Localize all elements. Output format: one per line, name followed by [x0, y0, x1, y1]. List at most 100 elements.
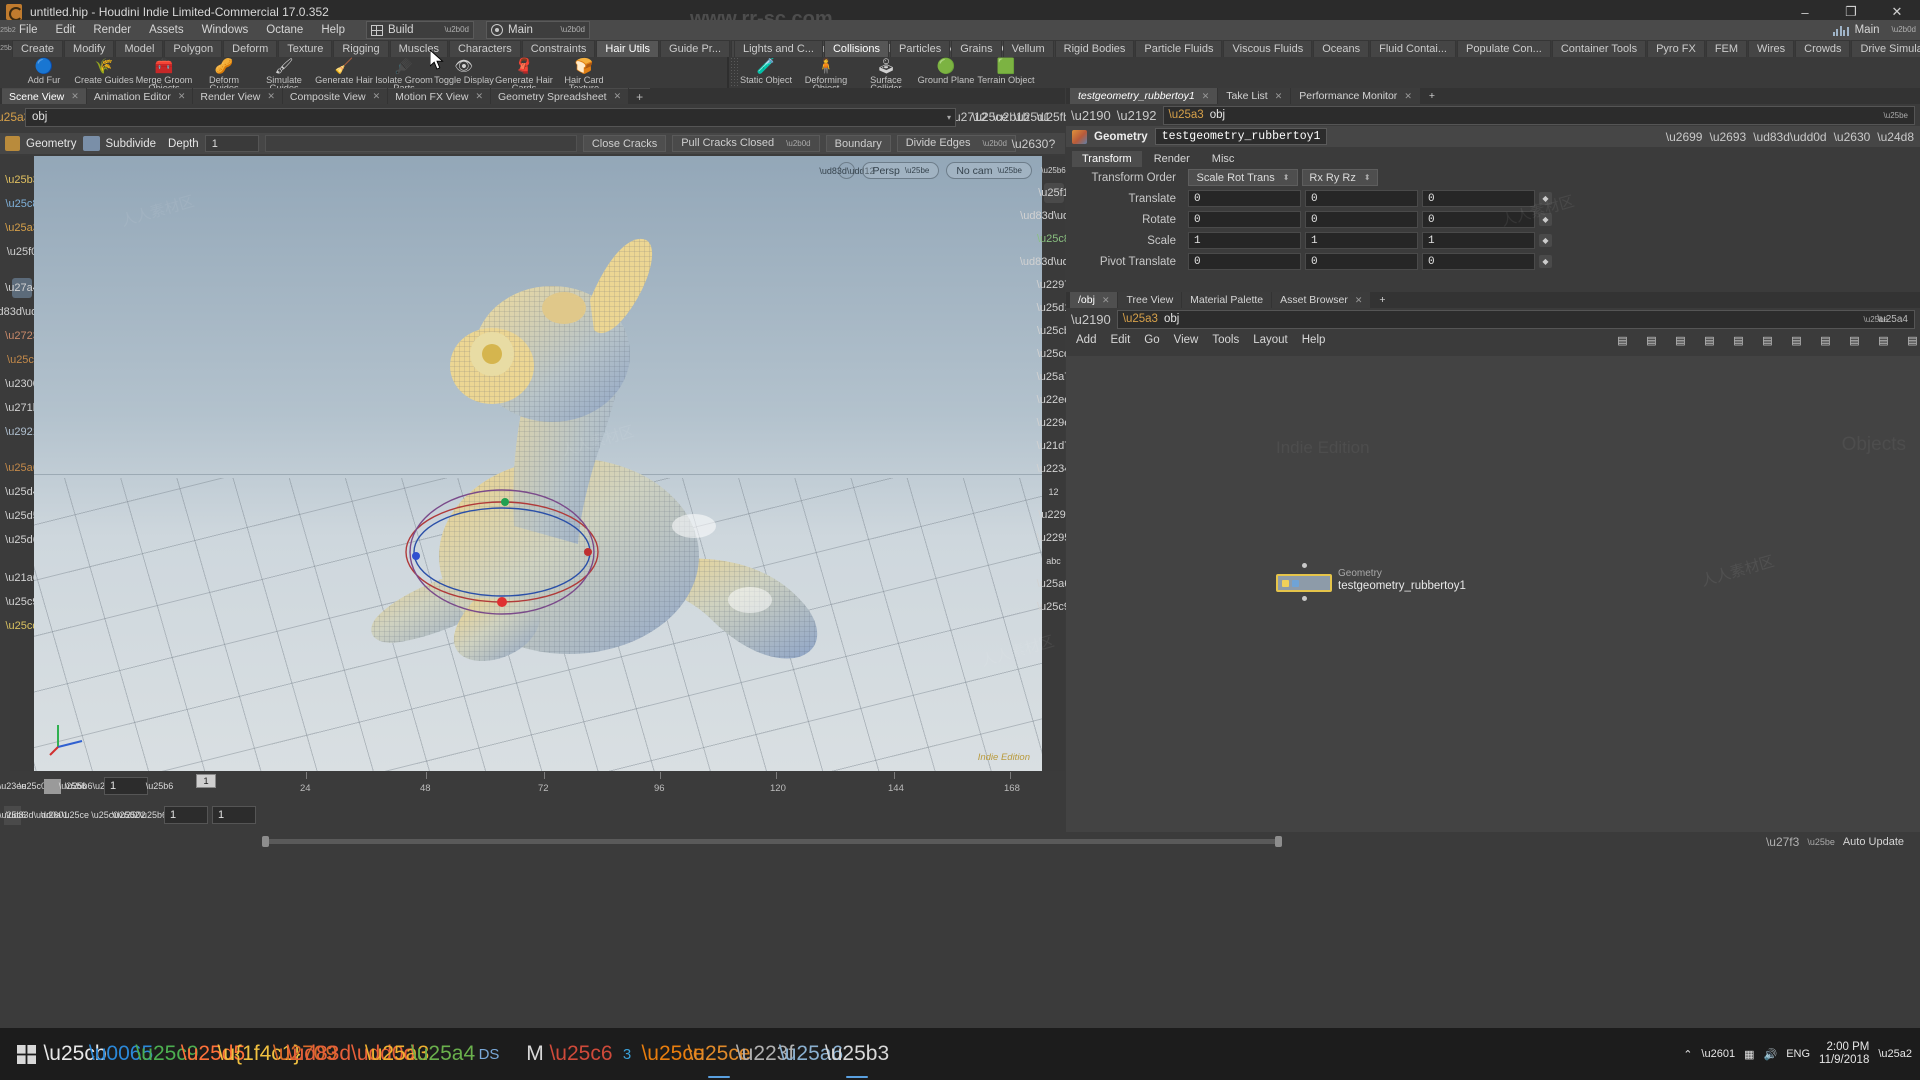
viewport-mode-spinner-icon[interactable]: \u2b0d [555, 26, 585, 34]
scroll-up-icon[interactable]: \u25b6 [1044, 160, 1064, 180]
shelf-tool-generate-hair[interactable]: 🧹Generate Hair [314, 58, 374, 90]
network-tab-asset-browser[interactable]: Asset Browser✕ [1272, 292, 1370, 308]
group-display-icon[interactable]: \u2295 [1044, 528, 1064, 548]
light-tool-icon[interactable]: \u25cd [12, 616, 32, 636]
shelf-tool-create-guides[interactable]: 🌾Create Guides [74, 58, 134, 90]
taskbar-clock[interactable]: 2:00 PM 11/9/2018 [1819, 1041, 1869, 1067]
tray-network-icon[interactable]: ▦ [1744, 1048, 1754, 1061]
network-menu-add[interactable]: Add [1076, 334, 1096, 346]
network-menu-go[interactable]: Go [1144, 334, 1159, 346]
panel-tab-geometry-spreadsheet[interactable]: Geometry Spreadsheet✕ [491, 88, 628, 104]
action-center-icon[interactable]: \u25a2 [1878, 1048, 1912, 1060]
point-display-icon[interactable]: \u22ee [1044, 390, 1064, 410]
param-keyframe-icon[interactable]: ◆ [1539, 234, 1552, 247]
grid-view-icon[interactable]: ▤ [1673, 333, 1688, 347]
param-tab-take-list[interactable]: Take List✕ [1218, 88, 1290, 104]
step-forward-button[interactable]: \u25b6\u2502 [84, 777, 101, 796]
menu-windows[interactable]: Windows [193, 20, 258, 40]
ghost-view-icon[interactable]: \ud83d\udc41 [1044, 206, 1064, 226]
shelf-tab-fem[interactable]: FEM [1706, 40, 1747, 57]
range-start2-field[interactable]: 1 [212, 806, 256, 824]
uv-display-icon[interactable]: \u229f [1044, 505, 1064, 525]
pin-parameters-icon[interactable]: \u2693 [1709, 130, 1746, 144]
shelf-tool-static-object[interactable]: 🧪Static Object [736, 58, 796, 90]
shelf-tab-model[interactable]: Model [115, 40, 163, 57]
menu-render[interactable]: Render [84, 20, 140, 40]
columns-icon[interactable]: ▤ [1760, 333, 1775, 347]
network-tab-material-palette[interactable]: Material Palette [1182, 292, 1271, 308]
scene-viewport[interactable]: \ud83d\udd12 Persp \u25be No cam \u25be … [34, 156, 1042, 771]
shelf-tool-terrain-object[interactable]: 🟩Terrain Object [976, 58, 1036, 90]
shelf-tab-texture[interactable]: Texture [278, 40, 332, 57]
node-render-flag[interactable] [1292, 580, 1299, 587]
shelf-tool-isolate-groom-parts[interactable]: 🪮Isolate Groom Parts [374, 58, 434, 90]
menu-scroll-icon[interactable]: \u25b2 [0, 20, 10, 40]
network-menu-view[interactable]: View [1174, 334, 1199, 346]
shelf-tab-guide-pr[interactable]: Guide Pr... [660, 40, 730, 57]
param-tab-testgeometry-rubbertoy1[interactable]: testgeometry_rubbertoy1✕ [1070, 88, 1217, 104]
tray-language-label[interactable]: ENG [1786, 1048, 1810, 1060]
auto-update-status[interactable]: \u27f3 \u25be Auto Update [1425, 832, 1920, 852]
forward-arrow-icon[interactable]: \u2192 [1117, 108, 1157, 123]
shelf-tab-wires[interactable]: Wires [1748, 40, 1794, 57]
edit-tool-icon[interactable]: \u25a6 [12, 458, 32, 478]
network-back-arrow-icon[interactable]: \u2190 [1071, 312, 1111, 327]
param-field-0[interactable]: 0 [1188, 190, 1301, 207]
fit-icon[interactable]: ▤ [1905, 333, 1920, 347]
shelf-tab-fluid-contai[interactable]: Fluid Contai... [1370, 40, 1456, 57]
close-icon[interactable]: ✕ [1102, 295, 1110, 306]
param-field-0[interactable]: 0 [1188, 211, 1301, 228]
shelf-tab-vellum[interactable]: Vellum [1003, 40, 1054, 57]
menu-octane[interactable]: Octane [257, 20, 312, 40]
move-tool-icon[interactable]: \u271b [12, 398, 32, 418]
divide-edges-menu[interactable]: Divide Edges \u2b0d [897, 135, 1016, 152]
shelf-tab-rigid-bodies[interactable]: Rigid Bodies [1055, 40, 1135, 57]
param-field-0[interactable]: 1 [1188, 232, 1301, 249]
shelf-tab-particles[interactable]: Particles [890, 40, 950, 57]
close-icon[interactable]: ✕ [1404, 91, 1412, 102]
param-field-2[interactable]: 1 [1422, 232, 1535, 249]
list-icon[interactable]: ▤ [1615, 333, 1630, 347]
network-tab--obj[interactable]: /obj✕ [1070, 292, 1117, 308]
shelf-tool-toggle-display[interactable]: 👁Toggle Display [434, 58, 494, 90]
close-icon[interactable]: ✕ [373, 91, 381, 102]
boundary-button[interactable]: Boundary [826, 135, 891, 152]
step-back-button[interactable]: \u25c0 [24, 777, 41, 796]
viewport-lock-icon[interactable]: \ud83d\udd12 [838, 162, 855, 179]
close-icon[interactable]: ✕ [1355, 295, 1363, 306]
shelf-tab-lights-and-c[interactable]: Lights and C... [734, 40, 823, 57]
current-frame-field[interactable]: 1 [104, 777, 148, 795]
param-field-0[interactable]: 0 [1188, 253, 1301, 270]
param-add-tab-button[interactable]: + [1421, 88, 1443, 104]
snapshot-icon[interactable]: \u2601 [46, 806, 63, 825]
menu-edit[interactable]: Edit [47, 20, 85, 40]
wire-display-icon[interactable]: \u229e [1044, 413, 1064, 433]
param-field-1[interactable]: 0 [1305, 253, 1418, 270]
menu-help[interactable]: Help [312, 20, 354, 40]
range-start-field[interactable]: 1 [164, 806, 208, 824]
close-icon[interactable]: ✕ [1202, 91, 1210, 102]
param-keyframe-icon[interactable]: ◆ [1539, 255, 1552, 268]
shelf-tool-surface-collider[interactable]: 🕹Surface Collider [856, 58, 916, 90]
tray-volume-icon[interactable]: 🔊 [1763, 1048, 1777, 1061]
palette-icon[interactable]: ▤ [1847, 333, 1862, 347]
range-next-icon[interactable]: \u2502\u25b6 [131, 806, 148, 825]
shelf-tab-crowds[interactable]: Crowds [1795, 40, 1850, 57]
shelf-tab-particle-fluids[interactable]: Particle Fluids [1135, 40, 1222, 57]
parameter-node-name[interactable]: testgeometry_rubbertoy1 [1155, 128, 1328, 145]
network-add-tab-button[interactable]: + [1371, 292, 1393, 308]
display-options-icon[interactable]: \u25f1 [1044, 183, 1064, 203]
pull-cracks-menu[interactable]: Pull Cracks Closed \u2b0d [672, 135, 819, 152]
panel-tab-composite-view[interactable]: Composite View✕ [283, 88, 387, 104]
notes-icon[interactable]: \u25a4 [420, 1028, 466, 1080]
param-keyframe-icon[interactable]: ◆ [1539, 213, 1552, 226]
parameter-menu-icon[interactable]: \u2630 [1834, 130, 1871, 144]
measure-tool-icon[interactable]: \u21a6 [12, 568, 32, 588]
curve-tool-icon[interactable]: \u2300 [12, 374, 32, 394]
panel-tab-motion-fx-view[interactable]: Motion FX View✕ [388, 88, 490, 104]
shelf-tab-constraints[interactable]: Constraints [522, 40, 596, 57]
cook-icon[interactable]: \u25ce [67, 806, 84, 825]
gear-icon[interactable]: \u2699 [1666, 130, 1703, 144]
scene-path-field[interactable]: obj ▾ [25, 108, 956, 127]
parameter-path-field[interactable]: \u25a3 obj \u25be [1163, 106, 1915, 125]
